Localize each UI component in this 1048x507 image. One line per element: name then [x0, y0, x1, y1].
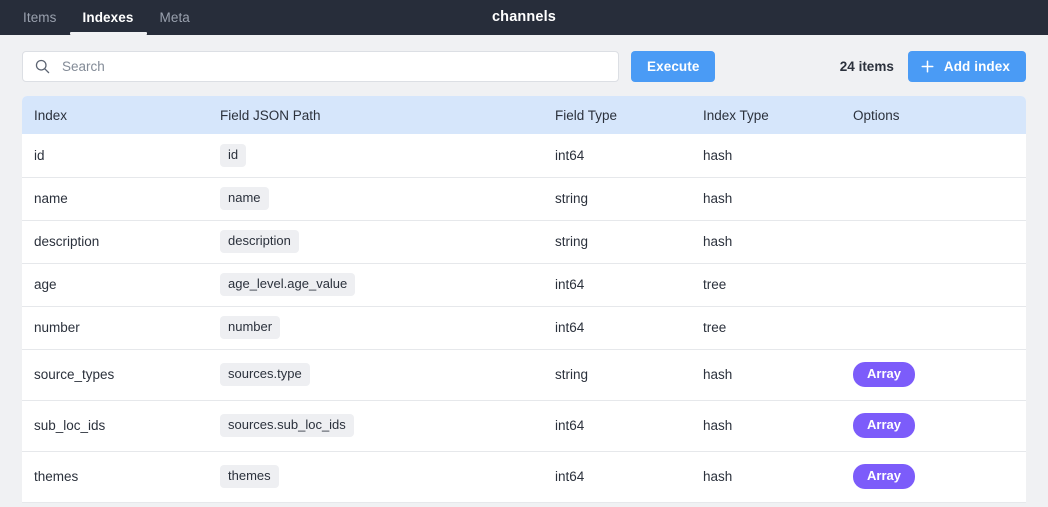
status-badge: Array: [853, 463, 915, 490]
cell-json-path: sources.sub_loc_ids: [210, 400, 545, 452]
cell-index-type: hash: [693, 134, 843, 178]
cell-index-type: hash: [693, 349, 843, 401]
execute-button-label: Execute: [647, 59, 700, 74]
column-header-options[interactable]: Options: [843, 96, 1026, 134]
cell-index-type: hash: [693, 400, 843, 452]
table-row[interactable]: description description string hash: [22, 220, 1026, 264]
cell-json-path: themes: [210, 451, 545, 503]
table-row[interactable]: number number int64 tree: [22, 306, 1026, 350]
column-header-json-path[interactable]: Field JSON Path: [210, 96, 545, 134]
cell-index: name: [22, 177, 210, 221]
cell-json-path: age_level.age_value: [210, 263, 545, 307]
cell-options: [843, 134, 1026, 178]
indexes-table-container: Index Field JSON Path Field Type Index T…: [22, 96, 1026, 503]
json-path-chip: id: [220, 143, 247, 167]
cell-field-type: int64: [545, 400, 693, 452]
column-header-index-type[interactable]: Index Type: [693, 96, 843, 134]
cell-options: [843, 263, 1026, 307]
cell-index: themes: [22, 451, 210, 503]
cell-options: Array: [843, 451, 1026, 503]
cell-json-path: name: [210, 177, 545, 221]
cell-field-type: int64: [545, 134, 693, 178]
json-path-chip: number: [220, 315, 281, 340]
cell-field-type: string: [545, 177, 693, 221]
add-index-button[interactable]: Add index: [907, 51, 1026, 82]
cell-options: [843, 220, 1026, 264]
search-input[interactable]: [51, 52, 618, 81]
cell-index-type: tree: [693, 306, 843, 350]
cell-options: [843, 306, 1026, 350]
cell-index-type: hash: [693, 177, 843, 221]
column-header-field-type[interactable]: Field Type: [545, 96, 693, 134]
cell-index: sub_loc_ids: [22, 400, 210, 452]
table-row[interactable]: source_types sources.type string hash Ar…: [22, 349, 1026, 401]
cell-field-type: string: [545, 220, 693, 264]
cell-options: [843, 177, 1026, 221]
add-index-button-label: Add index: [943, 59, 1010, 74]
table-body: id id int64 hash name name string hash d…: [22, 134, 1026, 503]
table-row[interactable]: themes themes int64 hash Array: [22, 451, 1026, 503]
tab-items[interactable]: Items: [10, 0, 70, 35]
json-path-chip: sources.type: [220, 362, 310, 387]
cell-options: Array: [843, 349, 1026, 401]
cell-index-type: hash: [693, 451, 843, 503]
toolbar: Execute 24 items Add index: [0, 35, 1048, 96]
cell-json-path: sources.type: [210, 349, 545, 401]
cell-field-type: string: [545, 349, 693, 401]
table-row[interactable]: age age_level.age_value int64 tree: [22, 263, 1026, 307]
cell-field-type: int64: [545, 306, 693, 350]
json-path-chip: description: [220, 229, 299, 254]
json-path-chip: age_level.age_value: [220, 272, 356, 297]
cell-index: number: [22, 306, 210, 350]
json-path-chip: themes: [220, 464, 279, 489]
item-count-label: 24 items: [839, 59, 894, 74]
table-row[interactable]: sub_loc_ids sources.sub_loc_ids int64 ha…: [22, 400, 1026, 452]
cell-json-path: description: [210, 220, 545, 264]
cell-index: age: [22, 263, 210, 307]
table-row[interactable]: name name string hash: [22, 177, 1026, 221]
json-path-chip: name: [220, 186, 269, 211]
tab-indexes-label: Indexes: [82, 10, 134, 25]
table-header: Index Field JSON Path Field Type Index T…: [22, 96, 1026, 134]
cell-json-path: id: [210, 134, 545, 178]
status-badge: Array: [853, 361, 915, 388]
search-icon: [34, 58, 51, 75]
cell-json-path: number: [210, 306, 545, 350]
search-field[interactable]: [22, 51, 619, 82]
plus-icon: [920, 59, 935, 74]
tab-indexes[interactable]: Indexes: [69, 0, 147, 35]
top-navigation-bar: Items Indexes Meta channels: [0, 0, 1048, 35]
indexes-table: Index Field JSON Path Field Type Index T…: [22, 96, 1026, 503]
table-row[interactable]: id id int64 hash: [22, 134, 1026, 178]
json-path-chip: sources.sub_loc_ids: [220, 413, 354, 438]
tab-meta[interactable]: Meta: [147, 0, 203, 35]
cell-field-type: int64: [545, 451, 693, 503]
column-header-index[interactable]: Index: [22, 96, 210, 134]
table-header-row: Index Field JSON Path Field Type Index T…: [22, 96, 1026, 134]
status-badge: Array: [853, 412, 915, 439]
cell-options: Array: [843, 400, 1026, 452]
cell-index-type: hash: [693, 220, 843, 264]
cell-index: id: [22, 134, 210, 178]
cell-index: description: [22, 220, 210, 264]
execute-button[interactable]: Execute: [631, 51, 716, 82]
cell-index-type: tree: [693, 263, 843, 307]
tab-meta-label: Meta: [159, 10, 190, 25]
cell-field-type: int64: [545, 263, 693, 307]
tab-items-label: Items: [23, 10, 57, 25]
cell-index: source_types: [22, 349, 210, 401]
